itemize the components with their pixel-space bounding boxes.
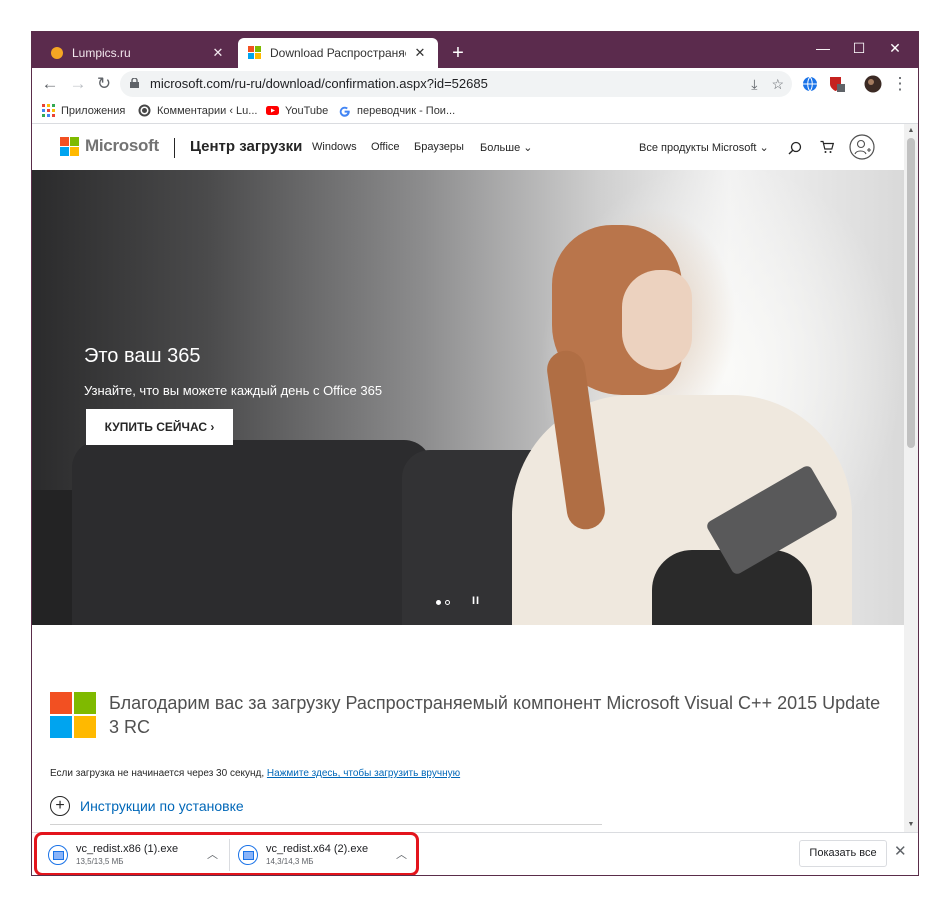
cart-icon[interactable]: [820, 140, 834, 154]
close-shelf-icon[interactable]: ✕: [894, 842, 907, 860]
retry-text: Если загрузка не начинается через 30 сек…: [50, 768, 265, 779]
bookmarks-bar: Приложения Комментарии ‹ Lu... YouTube п…: [32, 100, 918, 124]
microsoft-large-logo-icon: [50, 692, 96, 738]
account-icon[interactable]: [849, 134, 875, 160]
nav-office[interactable]: Office: [371, 141, 400, 153]
thank-you-heading: Благодарим вас за загрузку Распространяе…: [109, 693, 881, 737]
lock-icon: [130, 78, 139, 88]
globe-extension-icon[interactable]: [802, 76, 818, 92]
show-all-downloads-button[interactable]: Показать все: [799, 840, 887, 867]
wordpress-icon: [138, 104, 151, 117]
nav-browsers[interactable]: Браузеры: [414, 141, 464, 153]
section-title[interactable]: Центр загрузки: [190, 138, 302, 155]
manual-download-link[interactable]: Нажмите здесь, чтобы загрузить вручную: [267, 768, 460, 779]
buy-now-button[interactable]: КУПИТЬ СЕЙЧАС ›: [86, 409, 233, 445]
microsoft-favicon-icon: [248, 46, 261, 59]
all-products-menu[interactable]: Все продукты Microsoft ⌄: [639, 141, 769, 154]
carousel-dot[interactable]: [445, 600, 450, 605]
hero-photo-face: [622, 270, 692, 370]
minimize-button[interactable]: —: [808, 36, 838, 60]
microsoft-windows-logo-icon: [60, 136, 79, 156]
google-icon: [339, 106, 350, 117]
bookmark-comments[interactable]: Комментарии ‹ Lu...: [138, 104, 257, 117]
url-text: microsoft.com/ru-ru/download/confirmatio…: [150, 76, 488, 91]
header-divider: [174, 138, 175, 158]
retry-notice: Если загрузка не начинается через 30 сек…: [50, 768, 460, 779]
address-bar[interactable]: microsoft.com/ru-ru/download/confirmatio…: [120, 71, 792, 97]
hero-title: Это ваш 365: [84, 345, 201, 367]
bookmark-youtube[interactable]: YouTube: [266, 104, 328, 117]
carousel-pause-button[interactable]: II: [472, 595, 480, 607]
bookmark-label: YouTube: [285, 104, 329, 117]
browser-window: Lumpics.ru ✕ Download Распространяемый к…: [32, 32, 918, 875]
plus-circle-icon: +: [50, 796, 70, 816]
hero-subtitle: Узнайте, что вы можете каждый день с Off…: [84, 383, 383, 398]
tab-lumpics[interactable]: Lumpics.ru ✕: [40, 38, 236, 68]
tab-close-icon[interactable]: ✕: [210, 45, 226, 61]
browser-toolbar: ← → ↻ microsoft.com/ru-ru/download/confi…: [32, 68, 918, 100]
forward-arrow-icon[interactable]: →: [66, 72, 90, 96]
scroll-up-arrow-icon[interactable]: ▲: [904, 124, 918, 138]
tab-strip: Lumpics.ru ✕ Download Распространяемый к…: [32, 32, 918, 68]
tab-close-icon[interactable]: ✕: [412, 45, 428, 61]
youtube-icon: [266, 106, 279, 115]
download-icon[interactable]: ⤓: [751, 71, 757, 97]
chevron-right-icon: ›: [210, 420, 215, 434]
scrollbar-thumb[interactable]: [907, 138, 915, 448]
all-products-label: Все продукты Microsoft: [639, 142, 757, 154]
hero-banner: Это ваш 365 Узнайте, что вы можете кажды…: [32, 170, 904, 625]
tab-download[interactable]: Download Распространяемый к ✕: [238, 38, 438, 68]
shield-extension-icon[interactable]: [828, 75, 846, 93]
search-icon[interactable]: [788, 141, 802, 155]
bookmark-label: Приложения: [61, 104, 126, 117]
close-window-button[interactable]: ✕: [880, 36, 910, 60]
bookmark-label: переводчик - Пои...: [357, 104, 456, 117]
scroll-down-arrow-icon[interactable]: ▼: [904, 818, 918, 832]
page-content: Microsoft Центр загрузки Windows Office …: [32, 124, 904, 832]
buy-now-label: КУПИТЬ СЕЙЧАС: [104, 420, 208, 434]
section-divider: [50, 824, 602, 825]
bookmark-translator[interactable]: переводчик - Пои...: [338, 104, 455, 117]
menu-kebab-icon[interactable]: ⋮: [888, 72, 912, 96]
bookmark-apps[interactable]: Приложения: [42, 104, 125, 117]
nav-more-label: Больше: [480, 142, 521, 154]
bookmark-label: Комментарии ‹ Lu...: [157, 104, 258, 117]
nav-more[interactable]: Больше ⌄: [480, 141, 532, 154]
lumpics-favicon-icon: [51, 47, 63, 59]
nav-windows[interactable]: Windows: [312, 141, 357, 153]
reload-icon[interactable]: ↻: [92, 72, 116, 96]
maximize-button[interactable]: ☐: [844, 36, 874, 60]
page-scrollbar[interactable]: ▲ ▼: [904, 124, 918, 832]
chevron-down-icon: ⌄: [759, 142, 769, 154]
install-instructions-label: Инструкции по установке: [80, 798, 244, 814]
back-arrow-icon[interactable]: ←: [38, 72, 62, 96]
brand-name: Microsoft: [85, 136, 159, 155]
carousel-dot-active[interactable]: [436, 600, 441, 605]
new-tab-button[interactable]: +: [446, 41, 470, 65]
carousel-indicators: [436, 600, 450, 605]
install-instructions-toggle[interactable]: + Инструкции по установке: [50, 796, 244, 816]
microsoft-logo[interactable]: Microsoft: [60, 136, 159, 156]
profile-avatar-icon[interactable]: [864, 75, 882, 93]
tab-title: Download Распространяемый к: [270, 46, 406, 60]
apps-grid-icon: [42, 104, 55, 117]
highlight-annotation: [34, 832, 419, 875]
chevron-down-icon: ⌄: [523, 142, 533, 154]
bookmark-star-icon[interactable]: ☆: [771, 71, 784, 97]
tab-title: Lumpics.ru: [72, 46, 131, 60]
site-header: Microsoft Центр загрузки Windows Office …: [32, 124, 904, 170]
hero-photo-seat: [72, 440, 432, 625]
